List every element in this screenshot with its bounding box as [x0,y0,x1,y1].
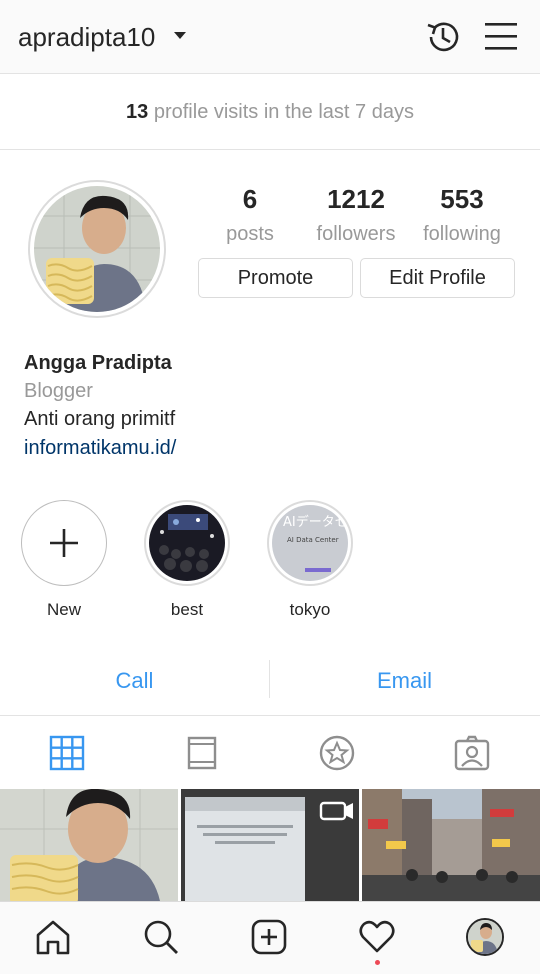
heart-activity-icon[interactable] [358,918,396,956]
followers-count: 1212 [327,184,385,214]
edit-profile-button[interactable]: Edit Profile [360,258,515,298]
highlight-best[interactable]: best [142,500,232,620]
tokyo-thumb-subtitle: AI Data Center [287,536,339,544]
highlight-tokyo[interactable]: AIデータセ AI Data Center tokyo [265,500,355,620]
following-stat[interactable]: 553 following [407,184,517,246]
following-count: 553 [440,184,484,214]
posts-stat[interactable]: 6 posts [195,184,305,246]
profile-visits-insight[interactable]: 13 profile visits in the last 7 days [0,74,540,150]
search-icon[interactable] [142,918,180,956]
highlight-thumbnail[interactable]: AIデータセ AI Data Center [267,500,353,586]
bottom-navigation [0,901,540,974]
posts-grid [0,789,540,901]
tagged-photos-icon[interactable] [454,735,490,771]
post-thumbnail[interactable] [181,789,359,901]
profile-website-link[interactable]: informatikamu.id/ [24,437,176,460]
chevron-down-icon[interactable] [174,32,186,39]
profile-tab-avatar[interactable] [466,918,504,956]
highlight-label: New [46,600,81,619]
plus-icon [50,529,78,557]
posts-label: posts [226,223,274,245]
highlight-new[interactable]: New [19,500,109,620]
followers-label: followers [316,223,396,245]
notification-dot [375,960,380,965]
post-thumbnail[interactable] [362,789,540,901]
new-highlight-circle[interactable] [21,500,107,586]
profile-avatar[interactable] [34,186,160,312]
highlight-thumbnail[interactable] [144,500,230,586]
account-switcher[interactable]: apradipta10 [18,22,155,53]
add-post-icon[interactable] [250,918,288,956]
profile-tabs [0,717,540,789]
home-icon[interactable] [34,918,72,956]
profile-category: Blogger [24,380,93,402]
menu-icon[interactable] [484,20,518,52]
saved-star-icon[interactable] [319,735,355,771]
promote-button[interactable]: Promote [198,258,353,298]
posts-count: 6 [242,184,258,214]
top-bar: apradipta10 [0,0,540,74]
email-button[interactable]: Email [270,648,539,714]
profile-visits-text: profile visits in the last 7 days [148,101,414,123]
archive-history-icon[interactable] [423,17,463,57]
feed-view-icon[interactable] [184,735,220,771]
tokyo-thumb-title: AIデータセ [283,514,348,530]
profile-bio: Anti orang primitf [24,408,176,430]
contact-options: Call Email [0,648,540,716]
profile-name: Angga Pradipta [24,352,172,374]
highlight-label: tokyo [289,600,331,619]
grid-view-icon[interactable] [49,735,85,771]
highlight-label: best [170,600,204,619]
post-thumbnail[interactable] [0,789,178,901]
profile-visits-count: 13 [126,101,149,123]
followers-stat[interactable]: 1212 followers [301,184,411,246]
call-button[interactable]: Call [0,648,269,714]
following-label: following [423,223,501,245]
